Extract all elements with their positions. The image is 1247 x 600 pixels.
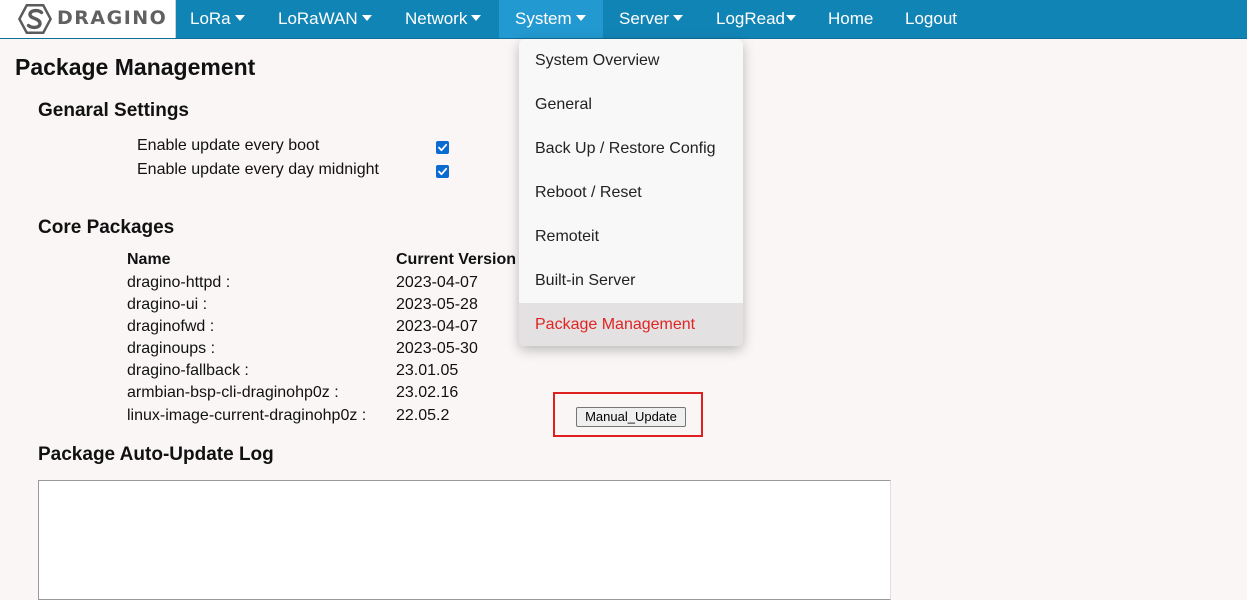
brand-logo[interactable]: DRAGINO (0, 0, 176, 38)
package-name: dragino-ui : (127, 296, 208, 313)
table-row: dragino-ui : 2023-05-28 (127, 296, 527, 318)
package-name: draginoups : (127, 340, 216, 357)
table-row: linux-image-current-draginohp0z : 22.05.… (127, 407, 527, 429)
nav-logout[interactable]: Logout (891, 0, 981, 38)
nav-label: Server (619, 9, 670, 28)
page-title: Package Management (15, 54, 256, 80)
package-name: draginofwd : (127, 318, 215, 335)
package-version: 2023-05-28 (396, 296, 478, 313)
update-every-boot-checkbox[interactable] (436, 141, 449, 154)
package-name: armbian-bsp-cli-draginohp0z : (127, 384, 339, 401)
menu-item-system-overview[interactable]: System Overview (519, 39, 743, 83)
package-name: dragino-httpd : (127, 274, 231, 291)
checkmark-icon (438, 143, 448, 152)
nav-label: Home (828, 9, 874, 28)
caret-down-icon (575, 15, 586, 21)
nav-logread[interactable]: LogRead (699, 0, 811, 38)
nav-network[interactable]: Network (386, 0, 499, 38)
nav-home[interactable]: Home (811, 0, 891, 38)
nav-label: LoRaWAN (278, 9, 358, 28)
setting-label-boot: Enable update every boot (137, 137, 320, 154)
nav-label: LoRa (190, 9, 231, 28)
auto-update-log-title: Package Auto-Update Log (38, 444, 274, 465)
nav-lorawan[interactable]: LoRaWAN (262, 0, 386, 38)
column-header-version: Current Version (396, 251, 517, 268)
system-dropdown-menu: System Overview General Back Up / Restor… (519, 39, 743, 346)
checkmark-icon (438, 167, 448, 176)
caret-down-icon (786, 15, 797, 21)
table-row: dragino-fallback : 23.01.05 (127, 362, 527, 384)
caret-down-icon (234, 15, 245, 21)
dragino-s-logo-icon (18, 4, 52, 34)
package-name: linux-image-current-draginohp0z : (127, 407, 367, 424)
nav-label: Logout (905, 9, 957, 28)
package-version: 22.05.2 (396, 407, 450, 424)
setting-label-midnight: Enable update every day midnight (137, 161, 379, 178)
menu-item-package-management[interactable]: Package Management (519, 303, 743, 346)
nav-label: System (515, 9, 572, 28)
logo-text: DRAGINO (57, 7, 168, 29)
caret-down-icon (673, 15, 684, 21)
nav-label: Network (405, 9, 468, 28)
nav-system[interactable]: System (499, 0, 603, 38)
package-version: 2023-04-07 (396, 318, 478, 335)
table-row: draginoups : 2023-05-30 (127, 340, 527, 362)
table-header: Name Current Version (127, 251, 527, 273)
menu-item-general[interactable]: General (519, 83, 743, 127)
core-packages-title: Core Packages (38, 217, 175, 238)
menu-item-backup-restore[interactable]: Back Up / Restore Config (519, 127, 743, 171)
column-header-name: Name (127, 251, 171, 268)
auto-update-log-textarea[interactable] (38, 480, 891, 600)
nav-label: LogRead (716, 9, 786, 28)
caret-down-icon (471, 15, 482, 21)
table-row: armbian-bsp-cli-draginohp0z : 23.02.16 (127, 384, 527, 406)
package-version: 2023-05-30 (396, 340, 478, 357)
table-row: dragino-httpd : 2023-04-07 (127, 274, 527, 296)
table-row: draginofwd : 2023-04-07 (127, 318, 527, 340)
package-version: 2023-04-07 (396, 274, 478, 291)
menu-item-built-in-server[interactable]: Built-in Server (519, 259, 743, 303)
top-navbar: DRAGINO LoRa LoRaWAN Network System Serv… (0, 0, 1247, 39)
general-settings-title: Genaral Settings (38, 100, 189, 121)
caret-down-icon (361, 15, 372, 21)
nav-server[interactable]: Server (603, 0, 699, 38)
update-every-midnight-checkbox[interactable] (436, 165, 449, 178)
manual-update-button[interactable]: Manual_Update (576, 407, 686, 427)
menu-item-reboot-reset[interactable]: Reboot / Reset (519, 171, 743, 215)
package-version: 23.02.16 (396, 384, 459, 401)
package-version: 23.01.05 (396, 362, 459, 379)
menu-item-remoteit[interactable]: Remoteit (519, 215, 743, 259)
nav-lora[interactable]: LoRa (176, 0, 262, 38)
package-name: dragino-fallback : (127, 362, 249, 379)
